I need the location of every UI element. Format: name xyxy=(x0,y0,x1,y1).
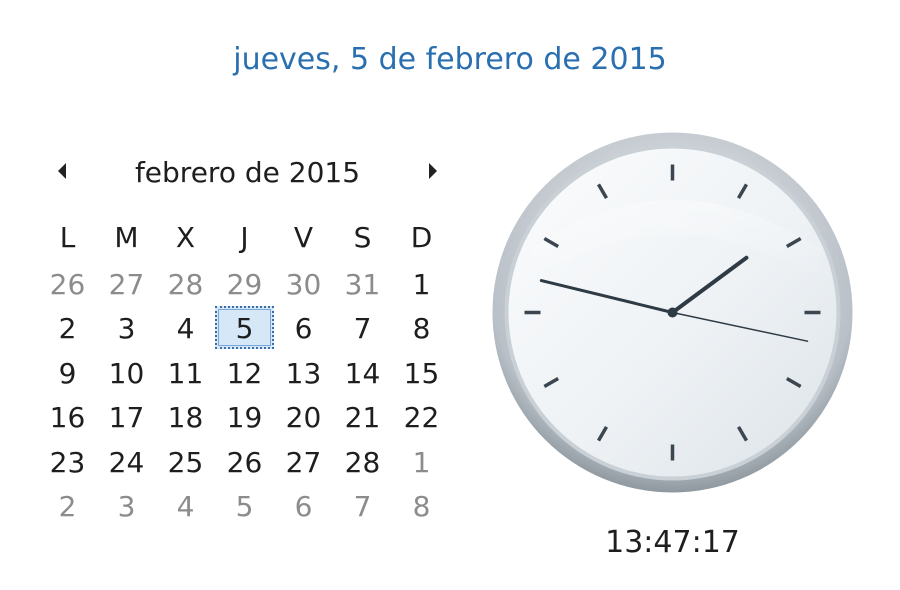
calendar-day[interactable]: 4 xyxy=(156,484,215,527)
clock-hub xyxy=(667,307,678,318)
calendar-day[interactable]: 6 xyxy=(274,306,333,349)
calendar-day[interactable]: 7 xyxy=(333,306,392,349)
calendar-day[interactable]: 4 xyxy=(156,306,215,349)
calendar-day[interactable]: 28 xyxy=(156,262,215,305)
weekday-header: M xyxy=(114,221,139,254)
weekday-header: D xyxy=(410,221,433,254)
triangle-right-icon xyxy=(429,163,437,179)
calendar-day[interactable]: 27 xyxy=(97,262,156,305)
weekday-header: S xyxy=(353,221,372,254)
calendar-day[interactable]: 20 xyxy=(274,395,333,438)
calendar-day[interactable]: 21 xyxy=(333,395,392,438)
calendar-day[interactable]: 13 xyxy=(274,351,333,394)
calendar-day[interactable]: 3 xyxy=(97,306,156,349)
digital-time: 13:47:17 xyxy=(605,525,740,560)
calendar-day[interactable]: 6 xyxy=(274,484,333,527)
calendar-day[interactable]: 9 xyxy=(38,351,97,394)
calendar-day[interactable]: 31 xyxy=(333,262,392,305)
calendar-day[interactable]: 29 xyxy=(215,262,274,305)
calendar-day[interactable]: 2 xyxy=(38,484,97,527)
calendar-day[interactable]: 22 xyxy=(392,395,451,438)
calendar-day[interactable]: 14 xyxy=(333,351,392,394)
calendar-day[interactable]: 28 xyxy=(333,440,392,483)
calendar-grid: L M X J V S D 26 27 28 29 30 31 1 2 3 4 5 6 7 8 9 10 11 1… xyxy=(38,216,451,528)
month-title[interactable]: febrero de 2015 xyxy=(40,156,455,189)
calendar-day[interactable]: 19 xyxy=(215,395,274,438)
calendar-day[interactable]: 5 xyxy=(215,484,274,527)
calendar-day[interactable]: 15 xyxy=(392,351,451,394)
calendar-day[interactable]: 17 xyxy=(97,395,156,438)
calendar-day[interactable]: 27 xyxy=(274,440,333,483)
calendar-day[interactable]: 12 xyxy=(215,351,274,394)
weekday-header: X xyxy=(175,221,196,254)
calendar-day[interactable]: 8 xyxy=(392,306,451,349)
analog-clock xyxy=(490,130,855,495)
next-month-button[interactable] xyxy=(421,158,445,184)
calendar-day[interactable]: 1 xyxy=(392,440,451,483)
calendar-day[interactable]: 16 xyxy=(38,395,97,438)
calendar-day[interactable]: 26 xyxy=(215,440,274,483)
calendar-day[interactable]: 8 xyxy=(392,484,451,527)
calendar-day[interactable]: 25 xyxy=(156,440,215,483)
analog-clock-icon xyxy=(492,132,853,493)
calendar-day[interactable]: 26 xyxy=(38,262,97,305)
weekday-header: J xyxy=(240,221,249,254)
calendar-day[interactable]: 11 xyxy=(156,351,215,394)
calendar-header: febrero de 2015 xyxy=(40,150,455,194)
weekday-header: L xyxy=(59,221,76,254)
calendar-day[interactable]: 2 xyxy=(38,306,97,349)
calendar-day[interactable]: 24 xyxy=(97,440,156,483)
calendar-day[interactable]: 23 xyxy=(38,440,97,483)
calendar-day[interactable]: 3 xyxy=(97,484,156,527)
calendar-day[interactable]: 30 xyxy=(274,262,333,305)
calendar-day[interactable]: 1 xyxy=(392,262,451,305)
calendar-day[interactable]: 7 xyxy=(333,484,392,527)
calendar-day-selected[interactable]: 5 xyxy=(215,306,274,349)
calendar-day[interactable]: 10 xyxy=(97,351,156,394)
long-date-link[interactable]: jueves, 5 de febrero de 2015 xyxy=(0,42,900,77)
weekday-header: V xyxy=(293,221,314,254)
calendar-day[interactable]: 18 xyxy=(156,395,215,438)
